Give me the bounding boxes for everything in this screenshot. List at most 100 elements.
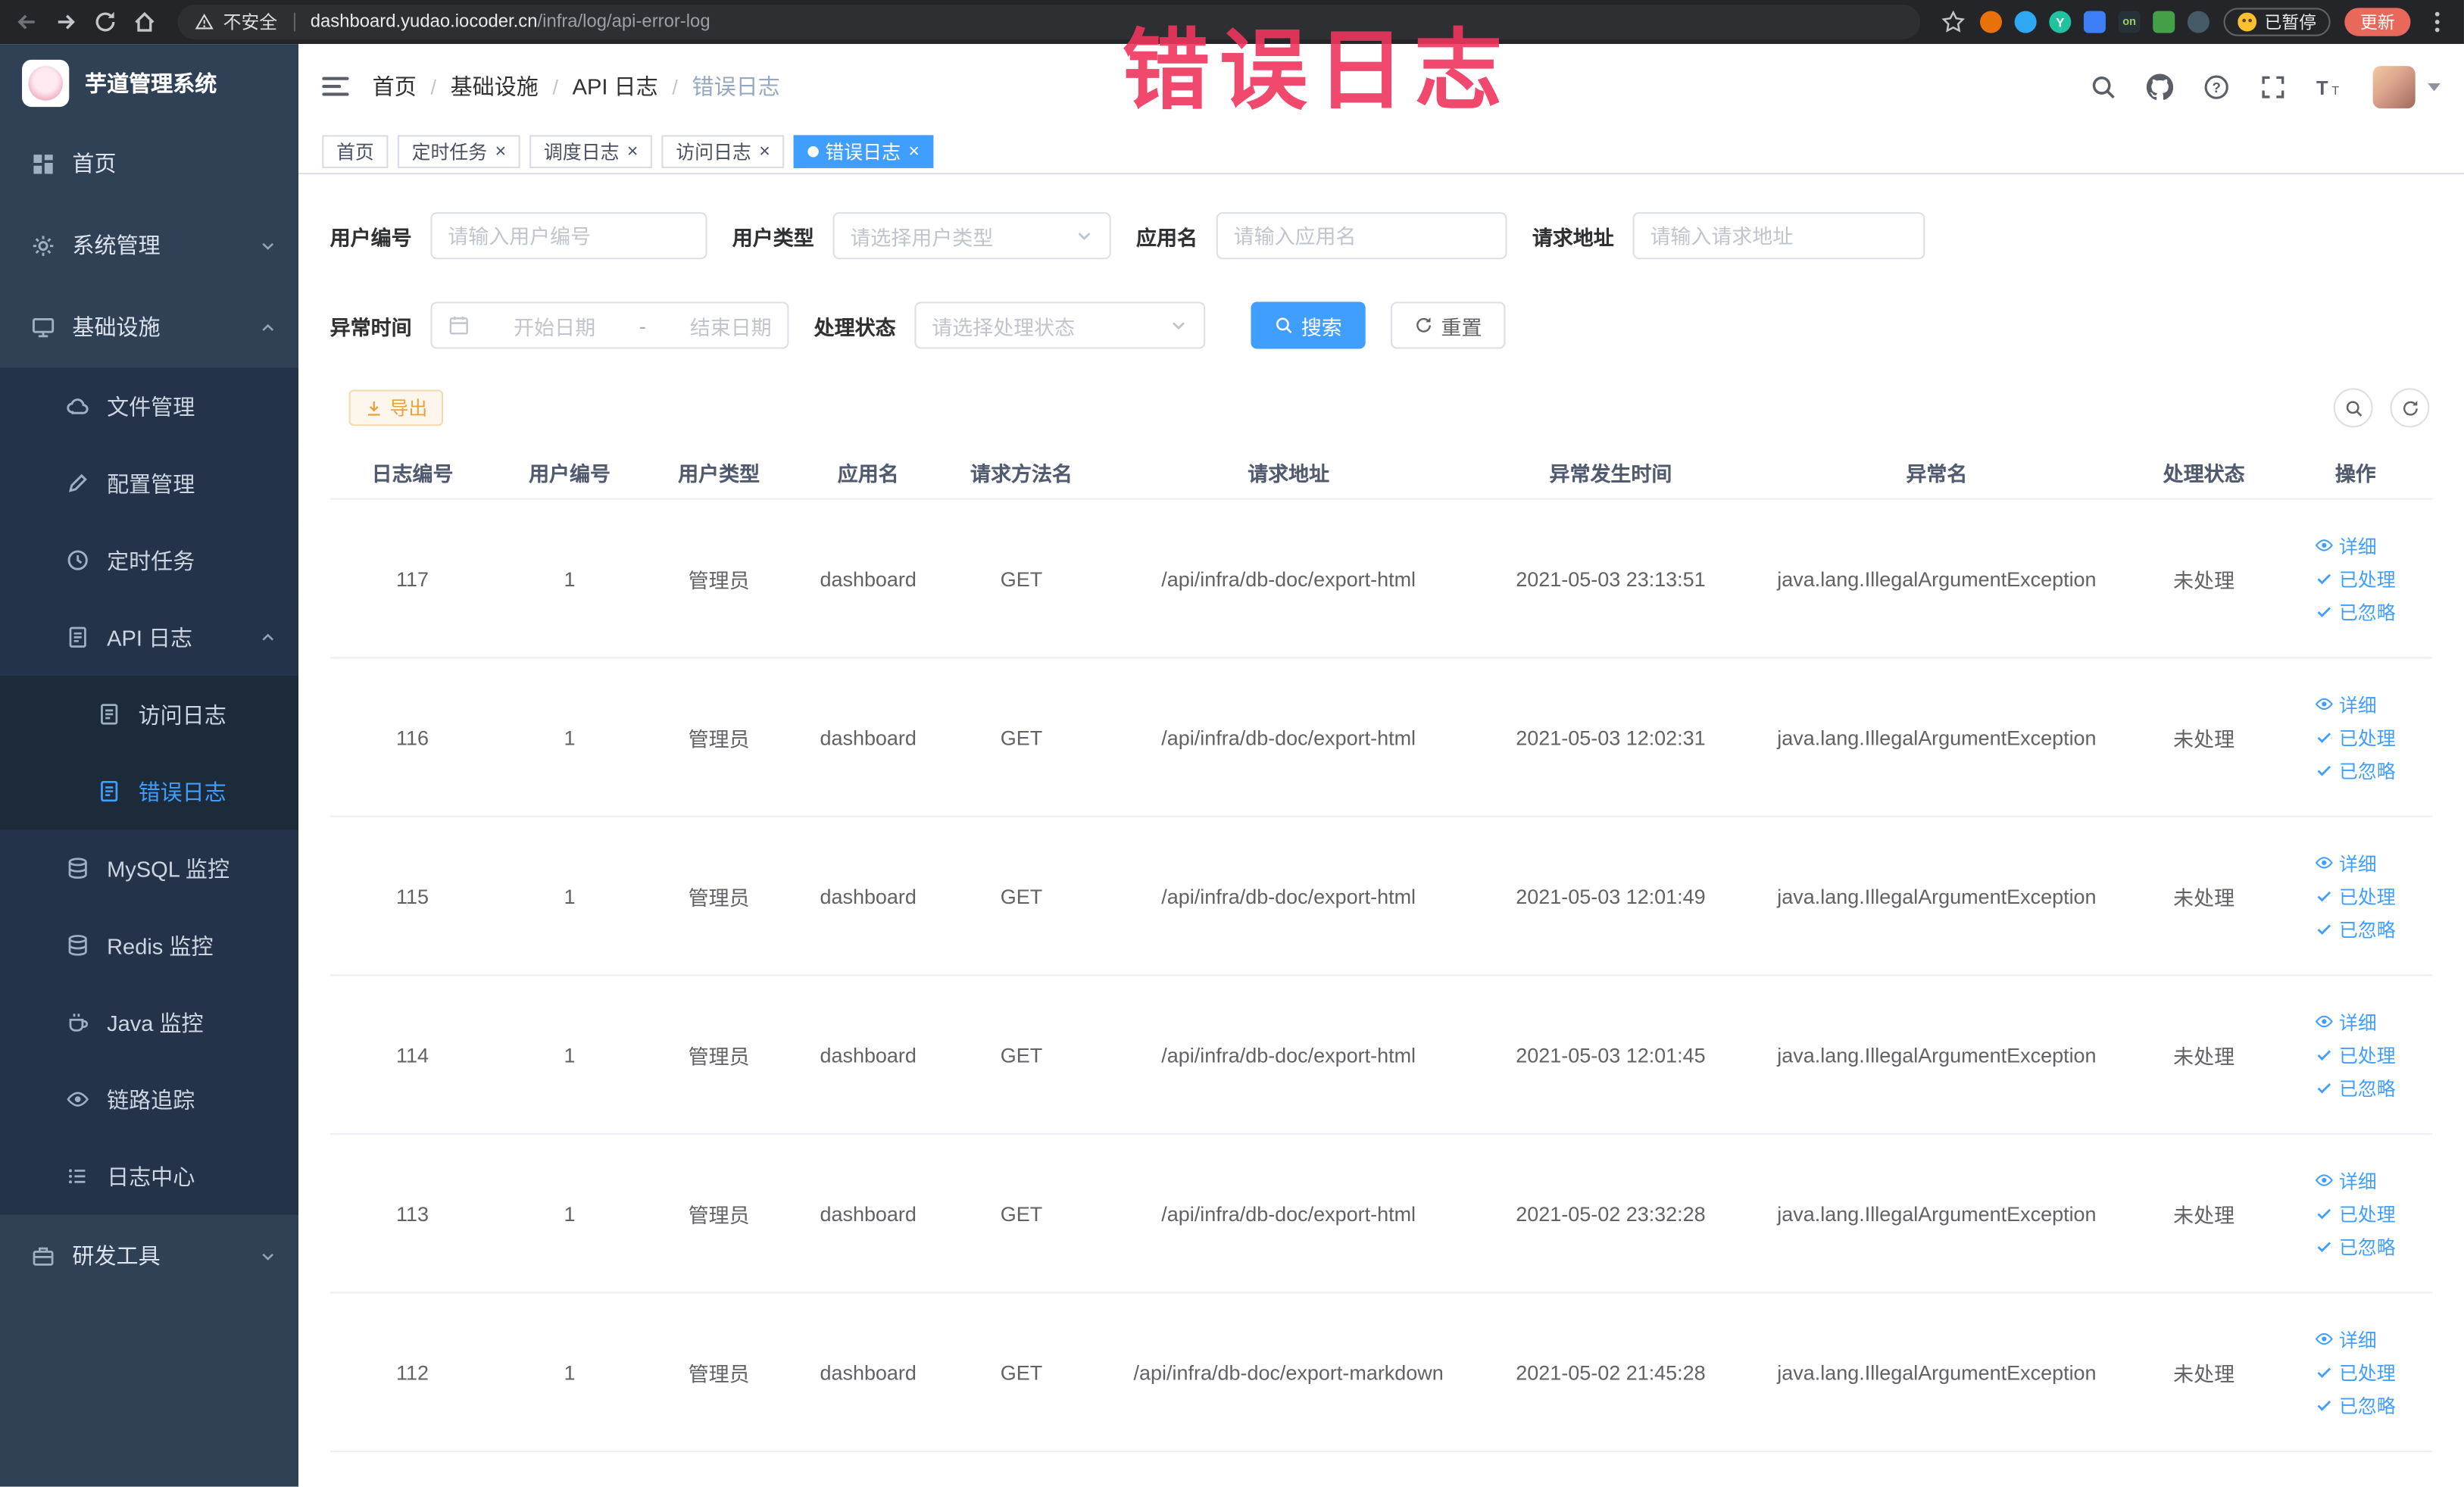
update-chip[interactable]: 更新 bbox=[2344, 8, 2411, 36]
mark-processed-action[interactable]: 已处理 bbox=[2316, 1200, 2396, 1226]
sidebar-item-infra[interactable]: 基础设施 bbox=[0, 286, 298, 368]
refresh-table-button[interactable] bbox=[2390, 388, 2430, 428]
reset-button[interactable]: 重置 bbox=[1391, 301, 1506, 349]
sidebar: 芋道管理系统 首页 系统管理 基础设施 文件管理 配置管理 定时任务 API 日志 访问日志错… bbox=[0, 44, 299, 1487]
mark-ignored-action[interactable]: 已忽略 bbox=[2316, 915, 2396, 942]
tab-error-log[interactable]: 错误日志 × bbox=[793, 134, 934, 167]
user-type-select[interactable]: 请选择用户类型 bbox=[832, 212, 1111, 260]
mark-ignored-action[interactable]: 已忽略 bbox=[2316, 1392, 2396, 1418]
doc-icon bbox=[66, 626, 89, 649]
cell-process-status: 未处理 bbox=[2173, 1044, 2235, 1068]
mark-processed-action[interactable]: 已处理 bbox=[2316, 1358, 2396, 1385]
drop-extension-icon[interactable] bbox=[2014, 11, 2037, 33]
export-button[interactable]: 导出 bbox=[348, 389, 444, 426]
view-detail-action[interactable]: 详细 bbox=[2316, 1008, 2377, 1035]
sidebar-item-files[interactable]: 文件管理 bbox=[0, 367, 299, 445]
user-avatar[interactable] bbox=[2372, 65, 2416, 108]
browser-reload-icon[interactable] bbox=[92, 9, 117, 34]
user-id-input[interactable] bbox=[430, 212, 707, 260]
close-tab-icon[interactable]: × bbox=[495, 142, 507, 161]
exception-time-range-input[interactable]: 开始日期 - 结束日期 bbox=[430, 301, 789, 349]
browser-home-icon[interactable] bbox=[132, 9, 157, 34]
paw-extension-icon[interactable] bbox=[2187, 11, 2209, 33]
check-icon bbox=[2316, 761, 2334, 779]
breadcrumb-item-0[interactable]: 首页 bbox=[373, 70, 417, 102]
orange-extension-icon[interactable] bbox=[1979, 11, 2003, 33]
mark-ignored-action[interactable]: 已忽略 bbox=[2316, 1074, 2396, 1101]
check-icon bbox=[2316, 1204, 2334, 1223]
search-icon bbox=[2344, 398, 2363, 417]
close-tab-icon[interactable]: × bbox=[627, 142, 639, 161]
tab-schedule-log[interactable]: 调度日志 × bbox=[529, 134, 653, 167]
breadcrumb-item-1[interactable]: 基础设施 bbox=[451, 70, 539, 102]
sidebar-item-error-log[interactable]: 错误日志 bbox=[0, 752, 299, 830]
view-detail-action[interactable]: 详细 bbox=[2316, 532, 2377, 558]
cup-icon bbox=[66, 1011, 89, 1034]
browser-menu-icon[interactable] bbox=[2425, 9, 2450, 34]
mark-ignored-action[interactable]: 已忽略 bbox=[2316, 1233, 2396, 1260]
view-detail-action[interactable]: 详细 bbox=[2316, 1326, 2377, 1352]
tab-cron-job[interactable]: 定时任务 × bbox=[397, 134, 520, 167]
leaf-extension-icon[interactable] bbox=[2153, 11, 2175, 33]
mark-processed-action[interactable]: 已处理 bbox=[2316, 565, 2396, 592]
action-label: 已处理 bbox=[2339, 726, 2396, 749]
action-label: 详细 bbox=[2339, 1011, 2377, 1034]
collapse-sidebar-button[interactable] bbox=[322, 77, 349, 96]
cell-user-id: 1 bbox=[564, 1360, 576, 1384]
view-detail-action[interactable]: 详细 bbox=[2316, 849, 2377, 876]
app-logo[interactable]: 芋道管理系统 bbox=[0, 44, 298, 123]
mark-ignored-action[interactable]: 已忽略 bbox=[2316, 598, 2396, 624]
mark-processed-action[interactable]: 已处理 bbox=[2316, 1041, 2396, 1067]
sidebar-item-home[interactable]: 首页 bbox=[0, 123, 298, 205]
filter-user-id: 用户编号 bbox=[330, 212, 707, 260]
paused-chip[interactable]: 已暂停 bbox=[2223, 8, 2331, 36]
close-tab-icon[interactable]: × bbox=[908, 142, 920, 161]
grid-extension-icon[interactable] bbox=[2083, 11, 2106, 33]
font-size-icon[interactable]: TT bbox=[2316, 73, 2343, 99]
check-icon bbox=[2316, 1045, 2334, 1064]
sidebar-item-devtools[interactable]: 研发工具 bbox=[0, 1215, 298, 1297]
sidebar-item-system[interactable]: 系统管理 bbox=[0, 205, 298, 286]
sidebar-item-cron-job[interactable]: 定时任务 bbox=[0, 521, 299, 599]
mark-processed-action[interactable]: 已处理 bbox=[2316, 723, 2396, 750]
tab-home[interactable]: 首页 bbox=[322, 134, 389, 167]
app-name-input[interactable] bbox=[1216, 212, 1507, 260]
address-bar[interactable]: 不安全 dashboard.yudao.iocoder.cn/infra/log… bbox=[177, 5, 1921, 39]
sidebar-item-redis-monitor[interactable]: Redis 监控 bbox=[0, 907, 299, 984]
search-icon[interactable] bbox=[2090, 73, 2116, 99]
chevron-down-icon bbox=[1170, 316, 1188, 335]
process-status-select[interactable]: 请选择处理状态 bbox=[914, 301, 1206, 349]
github-icon[interactable] bbox=[2146, 73, 2174, 99]
sidebar-item-log-center[interactable]: 日志中心 bbox=[0, 1138, 299, 1215]
browser-actions: Yon 已暂停 更新 bbox=[1941, 8, 2450, 36]
view-detail-action[interactable]: 详细 bbox=[2316, 1167, 2377, 1193]
search-button[interactable]: 搜索 bbox=[1251, 301, 1366, 349]
sidebar-item-mysql-monitor[interactable]: MySQL 监控 bbox=[0, 829, 299, 908]
filter-user-type: 用户类型 请选择用户类型 bbox=[732, 212, 1111, 260]
bookmark-star-icon[interactable] bbox=[1941, 9, 1966, 34]
avatar-caret-icon[interactable] bbox=[2428, 82, 2441, 91]
fullscreen-icon[interactable] bbox=[2259, 73, 2286, 99]
mark-ignored-action[interactable]: 已忽略 bbox=[2316, 757, 2396, 783]
help-icon[interactable]: ? bbox=[2203, 73, 2230, 99]
sidebar-item-trace[interactable]: 链路追踪 bbox=[0, 1061, 299, 1139]
request-url-input[interactable] bbox=[1632, 212, 1925, 260]
action-label: 详细 bbox=[2339, 852, 2377, 875]
sidebar-item-access-log[interactable]: 访问日志 bbox=[0, 676, 299, 753]
cell-process-status: 未处理 bbox=[2173, 567, 2235, 592]
browser-back-icon[interactable] bbox=[14, 9, 39, 34]
toggle-search-button[interactable] bbox=[2333, 388, 2373, 428]
close-tab-icon[interactable]: × bbox=[759, 142, 770, 161]
sidebar-item-config[interactable]: 配置管理 bbox=[0, 445, 299, 522]
mark-processed-action[interactable]: 已处理 bbox=[2316, 883, 2396, 909]
browser-forward-icon[interactable] bbox=[54, 9, 79, 34]
db-icon bbox=[66, 933, 89, 957]
tab-access-log[interactable]: 访问日志 × bbox=[661, 134, 785, 167]
sidebar-item-java-monitor[interactable]: Java 监控 bbox=[0, 983, 299, 1061]
on-extension-icon[interactable]: on bbox=[2118, 11, 2141, 33]
breadcrumb-item-2[interactable]: API 日志 bbox=[573, 70, 658, 102]
yudao-extension-icon[interactable]: Y bbox=[2049, 11, 2072, 33]
sidebar-item-api-log[interactable]: API 日志 bbox=[0, 598, 299, 676]
cell-exception-time: 2021-05-03 12:01:49 bbox=[1516, 883, 1706, 908]
view-detail-action[interactable]: 详细 bbox=[2316, 691, 2377, 717]
